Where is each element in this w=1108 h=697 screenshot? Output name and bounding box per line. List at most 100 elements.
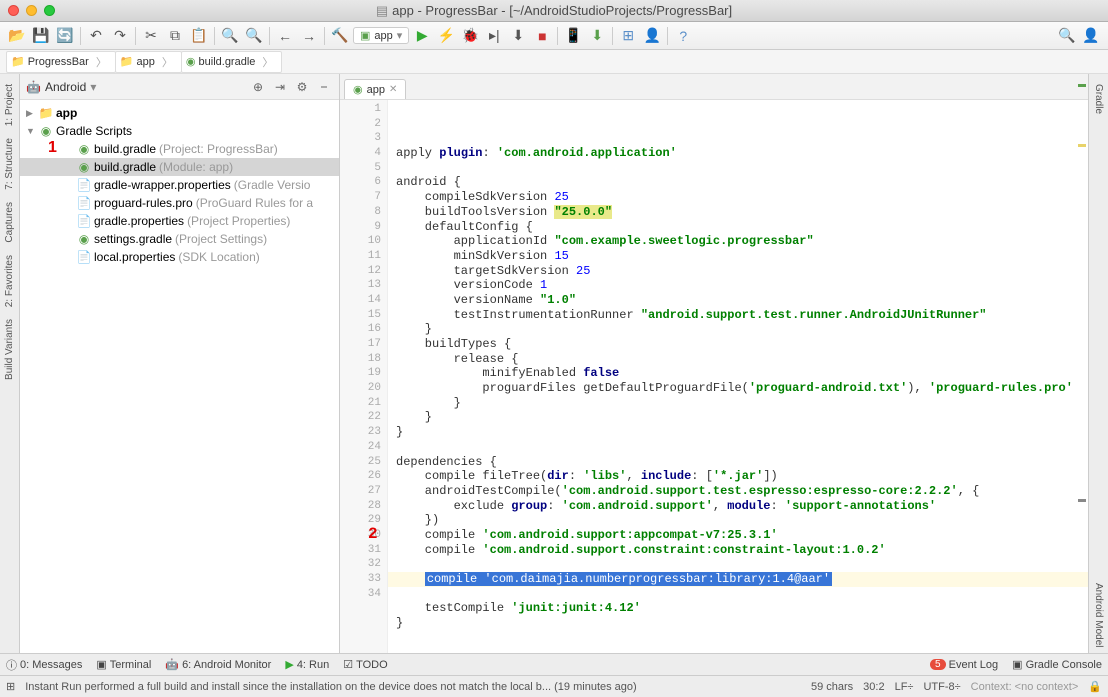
hide-icon[interactable]: ⎯ xyxy=(315,78,333,96)
settings-icon[interactable]: ⚙ xyxy=(293,78,311,96)
redo-icon[interactable]: ↷ xyxy=(109,25,131,47)
breadcrumb-bar: 📁ProgressBar〉 📁app〉 ◉build.gradle〉 xyxy=(0,50,1108,74)
folder-icon: 📁 xyxy=(11,55,25,68)
tree-item[interactable]: ◉build.gradle (Project: ProgressBar) xyxy=(20,140,339,158)
avd-icon[interactable]: 📱 xyxy=(562,25,584,47)
tree-gradle-scripts[interactable]: ▼◉Gradle Scripts xyxy=(20,122,339,140)
tree-item[interactable]: 📄gradle.properties (Project Properties) xyxy=(20,212,339,230)
status-message: Instant Run performed a full build and i… xyxy=(25,681,801,693)
gradle-icon: ◉ xyxy=(77,232,91,246)
annotation-2: 2 xyxy=(368,527,378,542)
user-icon[interactable]: 👤 xyxy=(1080,25,1102,47)
tab-favorites[interactable]: 2: Favorites xyxy=(2,249,17,313)
run-config-selector[interactable]: ▣app▾ xyxy=(353,27,409,44)
scrollbar[interactable] xyxy=(1076,100,1088,653)
tab-app[interactable]: ◉app✕ xyxy=(344,79,406,99)
properties-icon: 📄 xyxy=(77,196,91,210)
properties-icon: 📄 xyxy=(77,214,91,228)
stop-icon[interactable]: ■ xyxy=(531,25,553,47)
collapse-icon[interactable]: ⇥ xyxy=(271,78,289,96)
cut-icon[interactable]: ✂ xyxy=(140,25,162,47)
back-icon[interactable]: ← xyxy=(274,25,296,47)
crumb-project[interactable]: 📁ProgressBar〉 xyxy=(6,51,116,73)
attach-icon[interactable]: ⬇ xyxy=(507,25,529,47)
todo-icon: ☑ xyxy=(343,658,353,671)
tree-item[interactable]: 📄proguard-rules.pro (ProGuard Rules for … xyxy=(20,194,339,212)
paste-icon[interactable]: 📋 xyxy=(188,25,210,47)
main-toolbar: 📂 💾 🔄 ↶ ↷ ✂ ⧉ 📋 🔍 🔍 ← → 🔨 ▣app▾ ▶ ⚡ 🐞 ▸|… xyxy=(0,22,1108,50)
code-editor[interactable]: 1234567891011121314151617181920212223242… xyxy=(340,100,1088,653)
close-tab-icon[interactable]: ✕ xyxy=(389,84,397,95)
scroll-from-source-icon[interactable]: ⊕ xyxy=(249,78,267,96)
make-icon[interactable]: 🔨 xyxy=(329,25,351,47)
lock-icon[interactable]: 🔒 xyxy=(1088,680,1102,693)
find-icon[interactable]: 🔍 xyxy=(219,25,241,47)
status-position[interactable]: 30:2 xyxy=(863,681,884,693)
event-count-badge: 5 xyxy=(930,659,946,670)
forward-icon[interactable]: → xyxy=(298,25,320,47)
console-icon: ▣ xyxy=(1012,658,1022,671)
gradle-icon: ◉ xyxy=(39,124,53,138)
dropdown-icon[interactable]: ▾ xyxy=(90,80,96,94)
gradle-icon: ◉ xyxy=(186,55,196,68)
sdk-icon[interactable]: ⬇ xyxy=(586,25,608,47)
tab-gradle[interactable]: Gradle xyxy=(1091,78,1106,120)
tab-terminal[interactable]: ▣Terminal xyxy=(96,658,151,671)
debug-icon[interactable]: 🐞 xyxy=(459,25,481,47)
status-context[interactable]: Context: <no context> xyxy=(971,681,1079,693)
tab-android-monitor[interactable]: 🤖6: Android Monitor xyxy=(165,658,271,671)
gradle-icon: ◉ xyxy=(353,83,363,96)
editor-area: ◉app✕ 1234567891011121314151617181920212… xyxy=(340,74,1088,653)
tree-app[interactable]: ▶📁app xyxy=(20,104,339,122)
run-icon: ▶ xyxy=(285,658,293,671)
profile-icon[interactable]: ▸| xyxy=(483,25,505,47)
crumb-file[interactable]: ◉build.gradle〉 xyxy=(181,51,282,73)
line-gutter: 1234567891011121314151617181920212223242… xyxy=(340,100,388,653)
replace-icon[interactable]: 🔍 xyxy=(243,25,265,47)
status-encoding[interactable]: UTF-8÷ xyxy=(923,681,960,693)
tab-android-model[interactable]: Android Model xyxy=(1091,577,1106,653)
tab-run[interactable]: ▶4: Run xyxy=(285,658,329,671)
left-tool-strip: 1: Project 7: Structure Captures 2: Favo… xyxy=(0,74,20,653)
tab-gradle-console[interactable]: ▣Gradle Console xyxy=(1012,658,1102,671)
info-icon: ⓘ xyxy=(6,657,17,673)
tab-messages[interactable]: ⓘ0: Messages xyxy=(6,657,82,673)
theme-icon[interactable]: 👤 xyxy=(641,25,663,47)
project-panel: 🤖 Android ▾ ⊕ ⇥ ⚙ ⎯ ▶📁app ▼◉Gradle Scrip… xyxy=(20,74,340,653)
code-content[interactable]: 2 apply plugin: 'com.android.application… xyxy=(388,100,1088,653)
tab-project[interactable]: 1: Project xyxy=(2,78,17,132)
tree-item[interactable]: 📄gradle-wrapper.properties (Gradle Versi… xyxy=(20,176,339,194)
search-everywhere-icon[interactable]: 🔍 xyxy=(1056,25,1078,47)
tree-item[interactable]: 📄local.properties (SDK Location) xyxy=(20,248,339,266)
android-icon: 🤖 xyxy=(26,80,41,94)
apply-changes-icon[interactable]: ⚡ xyxy=(435,25,457,47)
folder-icon: 📁 xyxy=(120,55,134,68)
layout-icon[interactable]: ⊞ xyxy=(617,25,639,47)
save-icon[interactable]: 💾 xyxy=(30,25,52,47)
project-tree[interactable]: ▶📁app ▼◉Gradle Scripts ◉build.gradle (Pr… xyxy=(20,100,339,270)
help-icon[interactable]: ? xyxy=(672,25,694,47)
tab-todo[interactable]: ☑TODO xyxy=(343,658,387,671)
run-icon[interactable]: ▶ xyxy=(411,25,433,47)
status-line-sep[interactable]: LF÷ xyxy=(895,681,914,693)
terminal-icon: ▣ xyxy=(96,658,106,671)
gradle-icon: ◉ xyxy=(77,142,91,156)
undo-icon[interactable]: ↶ xyxy=(85,25,107,47)
module-icon: 📁 xyxy=(39,106,53,120)
tab-captures[interactable]: Captures xyxy=(2,196,17,249)
project-view-label: Android xyxy=(45,80,86,94)
tab-event-log[interactable]: 5Event Log xyxy=(930,659,998,671)
copy-icon[interactable]: ⧉ xyxy=(164,25,186,47)
crumb-module[interactable]: 📁app〉 xyxy=(115,51,182,73)
tree-item[interactable]: ◉settings.gradle (Project Settings) xyxy=(20,230,339,248)
tree-item[interactable]: ◉build.gradle (Module: app) xyxy=(20,158,339,176)
sync-icon[interactable]: 🔄 xyxy=(54,25,76,47)
open-icon[interactable]: 📂 xyxy=(6,25,28,47)
properties-icon: 📄 xyxy=(77,178,91,192)
gradle-icon: ◉ xyxy=(77,160,91,174)
right-tool-strip: Gradle Android Model xyxy=(1088,74,1108,653)
tab-build-variants[interactable]: Build Variants xyxy=(2,313,17,386)
status-icon[interactable]: ⊞ xyxy=(6,680,15,693)
bottom-tool-strip: ⓘ0: Messages ▣Terminal 🤖6: Android Monit… xyxy=(0,653,1108,675)
tab-structure[interactable]: 7: Structure xyxy=(2,132,17,196)
